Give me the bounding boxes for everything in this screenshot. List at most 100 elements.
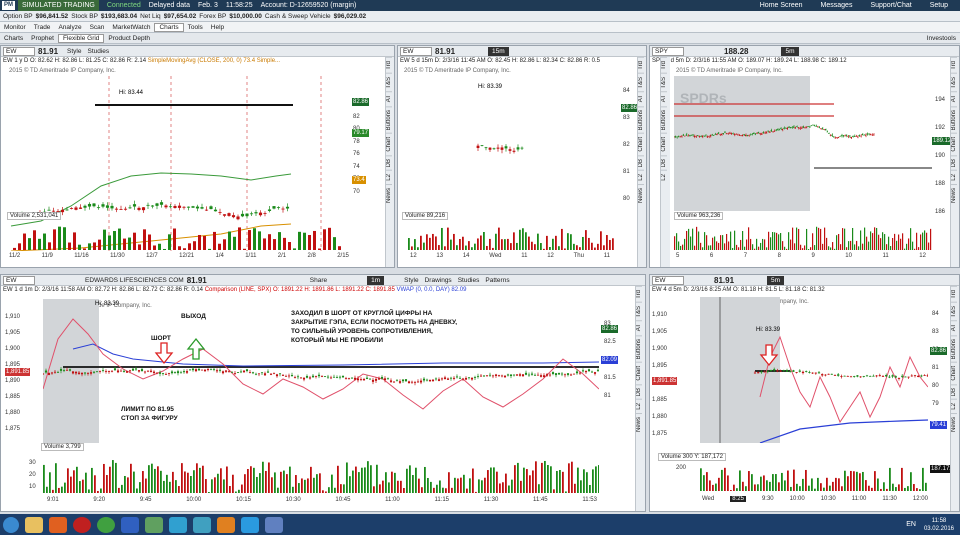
thinkorswim-icon[interactable]	[265, 516, 283, 533]
tab-analyze[interactable]: Analyze	[54, 24, 85, 31]
side-tab-l2[interactable]: L2	[951, 399, 957, 413]
side-tab-news[interactable]: News	[636, 412, 642, 435]
media-player-icon[interactable]	[49, 516, 67, 533]
tab-tools[interactable]: Tools	[184, 24, 207, 31]
side-tab-db[interactable]: DB	[386, 154, 392, 171]
account-label[interactable]: Account: D-12659520 (margin)	[261, 2, 357, 9]
side-tab-chart[interactable]: Chart	[638, 133, 644, 155]
side-tab-at[interactable]: AT	[386, 91, 392, 106]
app-icon[interactable]	[145, 516, 163, 533]
side-tab-ts[interactable]: T&S	[661, 72, 667, 92]
side-tab-at[interactable]: AT	[951, 91, 957, 106]
side-tab-news[interactable]: News	[386, 183, 392, 206]
symbol-input[interactable]: EW	[652, 275, 684, 285]
subtab-charts[interactable]: Charts	[0, 35, 27, 42]
side-tab-db[interactable]: DB	[636, 383, 642, 400]
drawings-button[interactable]: Drawings	[425, 277, 452, 284]
support-chat-link[interactable]: Support/Chat	[870, 2, 911, 9]
side-tab-at[interactable]: AT	[638, 91, 644, 106]
tab-monitor[interactable]: Monitor	[0, 24, 30, 31]
side-tab-ts[interactable]: T&S	[951, 301, 957, 321]
side-tab-trd[interactable]: Trd	[951, 57, 957, 73]
symbol-input[interactable]: SPY	[652, 46, 684, 56]
side-tab-buttons[interactable]: Buttons	[661, 105, 667, 134]
style-button[interactable]: Style	[404, 277, 418, 284]
side-tab-ts[interactable]: T&S	[386, 72, 392, 92]
word-icon[interactable]	[121, 516, 139, 533]
timeframe-button[interactable]: 5m	[781, 46, 799, 56]
side-tab-trd[interactable]: Trd	[661, 57, 667, 73]
tab-trade[interactable]: Trade	[30, 24, 55, 31]
volume-bar	[710, 245, 712, 250]
timeframe-button[interactable]: 5m	[767, 275, 785, 285]
side-tab-chart[interactable]: Chart	[636, 362, 642, 384]
side-tab-chart[interactable]: Chart	[951, 362, 957, 384]
side-tab-l2[interactable]: L2	[636, 399, 642, 413]
symbol-input[interactable]: EW	[400, 46, 432, 56]
side-tab-db[interactable]: DB	[951, 154, 957, 171]
mail-icon[interactable]	[193, 516, 211, 533]
studies-button[interactable]: Studies	[458, 277, 480, 284]
side-tab-trd[interactable]: Trd	[951, 286, 957, 302]
chart-panel-ew-15m: EW 81.91 15m EW 5 d 15m D: 2/3/16 11:45 …	[397, 45, 647, 268]
tab-scan[interactable]: Scan	[86, 24, 109, 31]
side-tab-trd[interactable]: Trd	[638, 57, 644, 73]
clock[interactable]: 11:58 03.02.2016	[924, 517, 954, 533]
side-tab-news[interactable]: News	[951, 183, 957, 206]
share-button[interactable]: Share	[310, 277, 327, 284]
side-tab-chart[interactable]: Chart	[661, 133, 667, 155]
messages-link[interactable]: Messages	[821, 2, 853, 9]
subtab-flexible-grid[interactable]: Flexible Grid	[57, 33, 105, 43]
cloud-icon[interactable]	[217, 516, 235, 533]
timeframe-button[interactable]: 1m	[367, 275, 385, 285]
timeframe-button[interactable]: 15m	[488, 46, 509, 56]
teamviewer-icon[interactable]	[169, 516, 187, 533]
setup-link[interactable]: Setup	[930, 2, 948, 9]
home-screen-link[interactable]: Home Screen	[760, 2, 803, 9]
side-tab-news[interactable]: News	[638, 183, 644, 206]
side-tab-l2[interactable]: L2	[661, 170, 667, 184]
side-tab-db[interactable]: DB	[661, 154, 667, 171]
side-tab-l2[interactable]: L2	[638, 170, 644, 184]
side-tab-ts[interactable]: T&S	[636, 301, 642, 321]
side-tab-l2[interactable]: L2	[951, 170, 957, 184]
side-tab-chart[interactable]: Chart	[386, 133, 392, 155]
side-tab-db[interactable]: DB	[638, 154, 644, 171]
side-tab-trd[interactable]: Trd	[636, 286, 642, 302]
side-tab-news[interactable]: News	[951, 412, 957, 435]
tab-marketwatch[interactable]: MarketWatch	[108, 24, 154, 31]
investools-link[interactable]: Investools	[923, 35, 960, 42]
side-tab-ts[interactable]: T&S	[638, 72, 644, 92]
symbol-input[interactable]: EW	[3, 46, 35, 56]
price-chart[interactable]	[674, 76, 932, 211]
side-tab-at[interactable]: AT	[636, 320, 642, 335]
subtab-product-depth[interactable]: Product Depth	[104, 35, 154, 42]
studies-button[interactable]: Studies	[87, 48, 109, 55]
side-tab-trd[interactable]: Trd	[386, 57, 392, 73]
side-tab-buttons[interactable]: Buttons	[951, 334, 957, 363]
side-tab-at[interactable]: AT	[661, 91, 667, 106]
start-button-icon[interactable]	[3, 516, 19, 533]
skype-icon[interactable]	[241, 516, 259, 533]
side-tab-buttons[interactable]: Buttons	[636, 334, 642, 363]
side-tab-l2[interactable]: L2	[386, 170, 392, 184]
chrome-icon[interactable]	[97, 516, 115, 533]
price-chart[interactable]: Hi: 83.39	[398, 76, 620, 216]
tab-help[interactable]: Help	[207, 24, 228, 31]
subtab-prophet[interactable]: Prophet	[27, 35, 58, 42]
symbol-input[interactable]: EW	[3, 275, 35, 285]
price-chart[interactable]: Hi: 83.39	[700, 297, 928, 443]
explorer-icon[interactable]	[25, 516, 43, 533]
opera-icon[interactable]	[73, 516, 91, 533]
style-button[interactable]: Style	[67, 48, 81, 55]
side-tab-buttons[interactable]: Buttons	[386, 105, 392, 134]
side-tab-db[interactable]: DB	[951, 383, 957, 400]
side-tab-buttons[interactable]: Buttons	[951, 105, 957, 134]
side-tab-at[interactable]: AT	[951, 320, 957, 335]
language-indicator[interactable]: EN	[906, 521, 916, 528]
side-tab-buttons[interactable]: Buttons	[638, 105, 644, 134]
patterns-button[interactable]: Patterns	[485, 277, 509, 284]
tab-charts[interactable]: Charts	[154, 22, 184, 32]
side-tab-chart[interactable]: Chart	[951, 133, 957, 155]
side-tab-ts[interactable]: T&S	[951, 72, 957, 92]
